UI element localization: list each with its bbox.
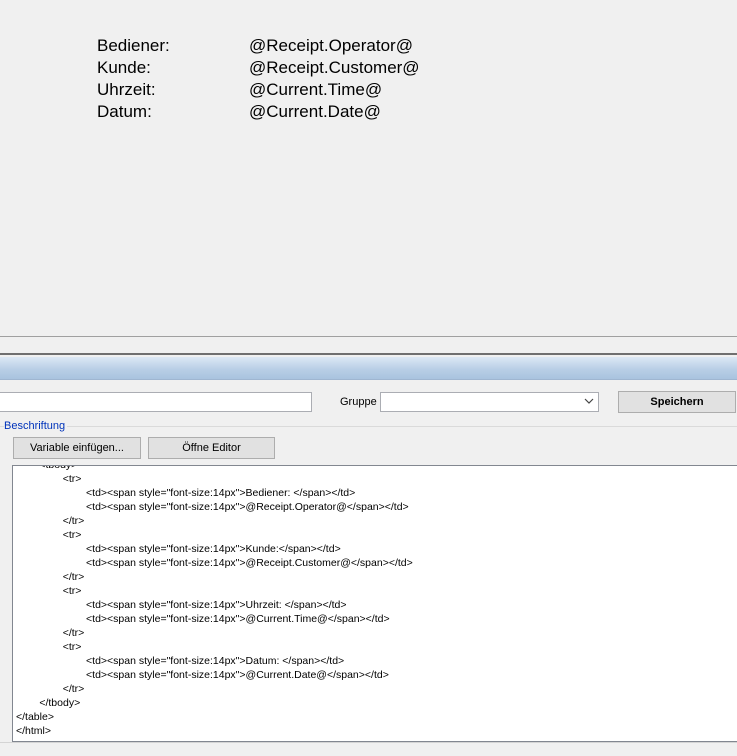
html-code-editor[interactable]: <tbody> <tr> <td><span style="font-size:… [12, 465, 737, 742]
code-line: <td><span style="font-size:14px">Datum: … [16, 655, 345, 667]
bottom-border [0, 742, 737, 743]
insert-variable-button[interactable]: Variable einfügen... [13, 437, 141, 459]
preview-row-value: @Current.Time@ [249, 80, 383, 99]
name-input[interactable] [0, 392, 312, 412]
code-line: <td><span style="font-size:14px">@Curren… [16, 613, 390, 625]
preview-row-label: Bediener: [97, 36, 170, 55]
save-button[interactable]: Speichern [618, 391, 736, 413]
chevron-down-icon [584, 394, 594, 411]
code-line: </tbody> [16, 697, 81, 709]
code-line: <tr> [16, 641, 82, 653]
code-line: <td><span style="font-size:14px">@Receip… [16, 501, 409, 513]
preview-row-value: @Receipt.Customer@ [249, 58, 420, 77]
preview-row-value: @Current.Date@ [249, 102, 381, 121]
code-line: </tr> [16, 515, 85, 527]
preview-row: Bediener: @Receipt.Operator@ [95, 35, 422, 57]
code-line: <tr> [16, 529, 82, 541]
code-line: </tr> [16, 683, 85, 695]
code-line: <td><span style="font-size:14px">@Receip… [16, 557, 413, 569]
code-line: </tr> [16, 627, 85, 639]
preview-separator [0, 336, 737, 337]
html-preview: Bediener: @Receipt.Operator@ Kunde: @Receip… [0, 0, 737, 336]
code-line: </tr> [16, 571, 85, 583]
preview-row: Uhrzeit: @Current.Time@ [95, 79, 422, 101]
splitter[interactable] [0, 353, 737, 355]
preview-row-value: @Receipt.Operator@ [249, 36, 413, 55]
code-line: </table> [16, 711, 54, 723]
beschriftung-title: Beschriftung [4, 420, 68, 432]
html-code-text: <tbody> <tr> <td><span style="font-size:… [16, 465, 413, 738]
code-line: <tbody> [16, 465, 78, 471]
code-line: <td><span style="font-size:14px">Bediene… [16, 487, 356, 499]
code-line: <td><span style="font-size:14px">@Curren… [16, 669, 389, 681]
code-line: </html> [16, 725, 52, 737]
preview-row-label: Kunde: [97, 58, 151, 77]
preview-row-label: Uhrzeit: [97, 80, 156, 99]
code-line: <tr> [16, 473, 82, 485]
code-line: <td><span style="font-size:14px">Uhrzeit… [16, 599, 347, 611]
gruppe-label: Gruppe [340, 396, 377, 408]
preview-row: Datum: @Current.Date@ [95, 101, 422, 123]
preview-row-label: Datum: [97, 102, 152, 121]
panel-header-bar [0, 357, 737, 380]
group-border [0, 426, 737, 427]
receipt-info-table: Bediener: @Receipt.Operator@ Kunde: @Receip… [95, 35, 422, 123]
preview-row: Kunde: @Receipt.Customer@ [95, 57, 422, 79]
code-line: <td><span style="font-size:14px">Kunde:<… [16, 543, 341, 555]
code-line: <tr> [16, 585, 82, 597]
open-editor-button[interactable]: Öffne Editor [148, 437, 275, 459]
gruppe-select[interactable] [380, 392, 599, 412]
